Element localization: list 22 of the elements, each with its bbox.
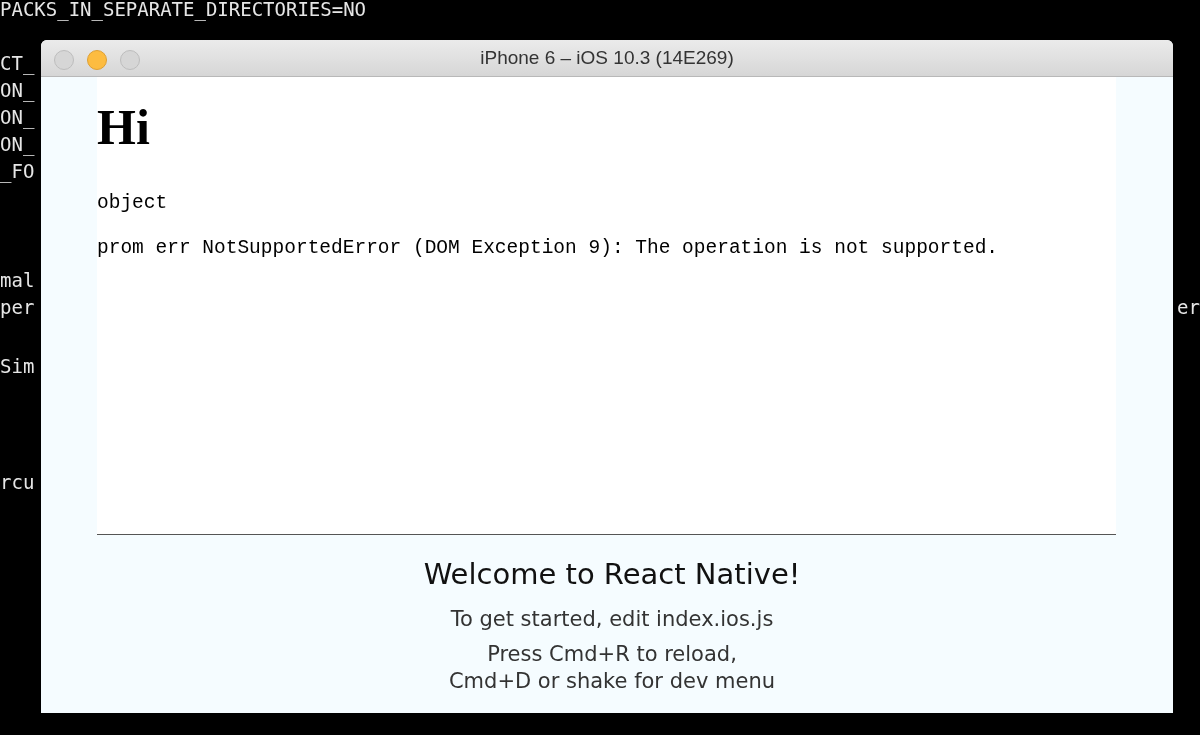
terminal-line: Sim [0, 354, 35, 379]
window-title: iPhone 6 – iOS 10.3 (14E269) [480, 47, 734, 69]
terminal-line: per [0, 295, 35, 320]
terminal-line: er [1177, 295, 1200, 320]
minimize-button[interactable] [87, 50, 107, 70]
terminal-line: mal [0, 268, 35, 293]
instructions-text: Cmd+D or shake for dev menu [448, 668, 776, 695]
terminal-line: ON_ [0, 78, 35, 104]
close-button[interactable] [54, 50, 74, 70]
zoom-button[interactable] [120, 50, 140, 70]
instructions-text: To get started, edit index.ios.js [450, 607, 774, 631]
terminal-line: _FO [0, 159, 35, 185]
output-text: prom err NotSupportedError (DOM Exception 9): The operation is not supported. [97, 237, 1000, 259]
terminal-line: PACKS_IN_SEPARATE_DIRECTORIES=NO [0, 0, 367, 23]
terminal-line: ON_ [0, 105, 35, 131]
page-heading: Hi [97, 99, 151, 155]
terminal-line: rcu [0, 470, 35, 495]
output-text: object [97, 192, 169, 214]
terminal-line: ON_ [0, 132, 35, 158]
welcome-text: Welcome to React Native! [423, 557, 801, 591]
instructions-text: Press Cmd+R to reload, [487, 641, 737, 668]
terminal-line: CT_ [0, 51, 35, 77]
